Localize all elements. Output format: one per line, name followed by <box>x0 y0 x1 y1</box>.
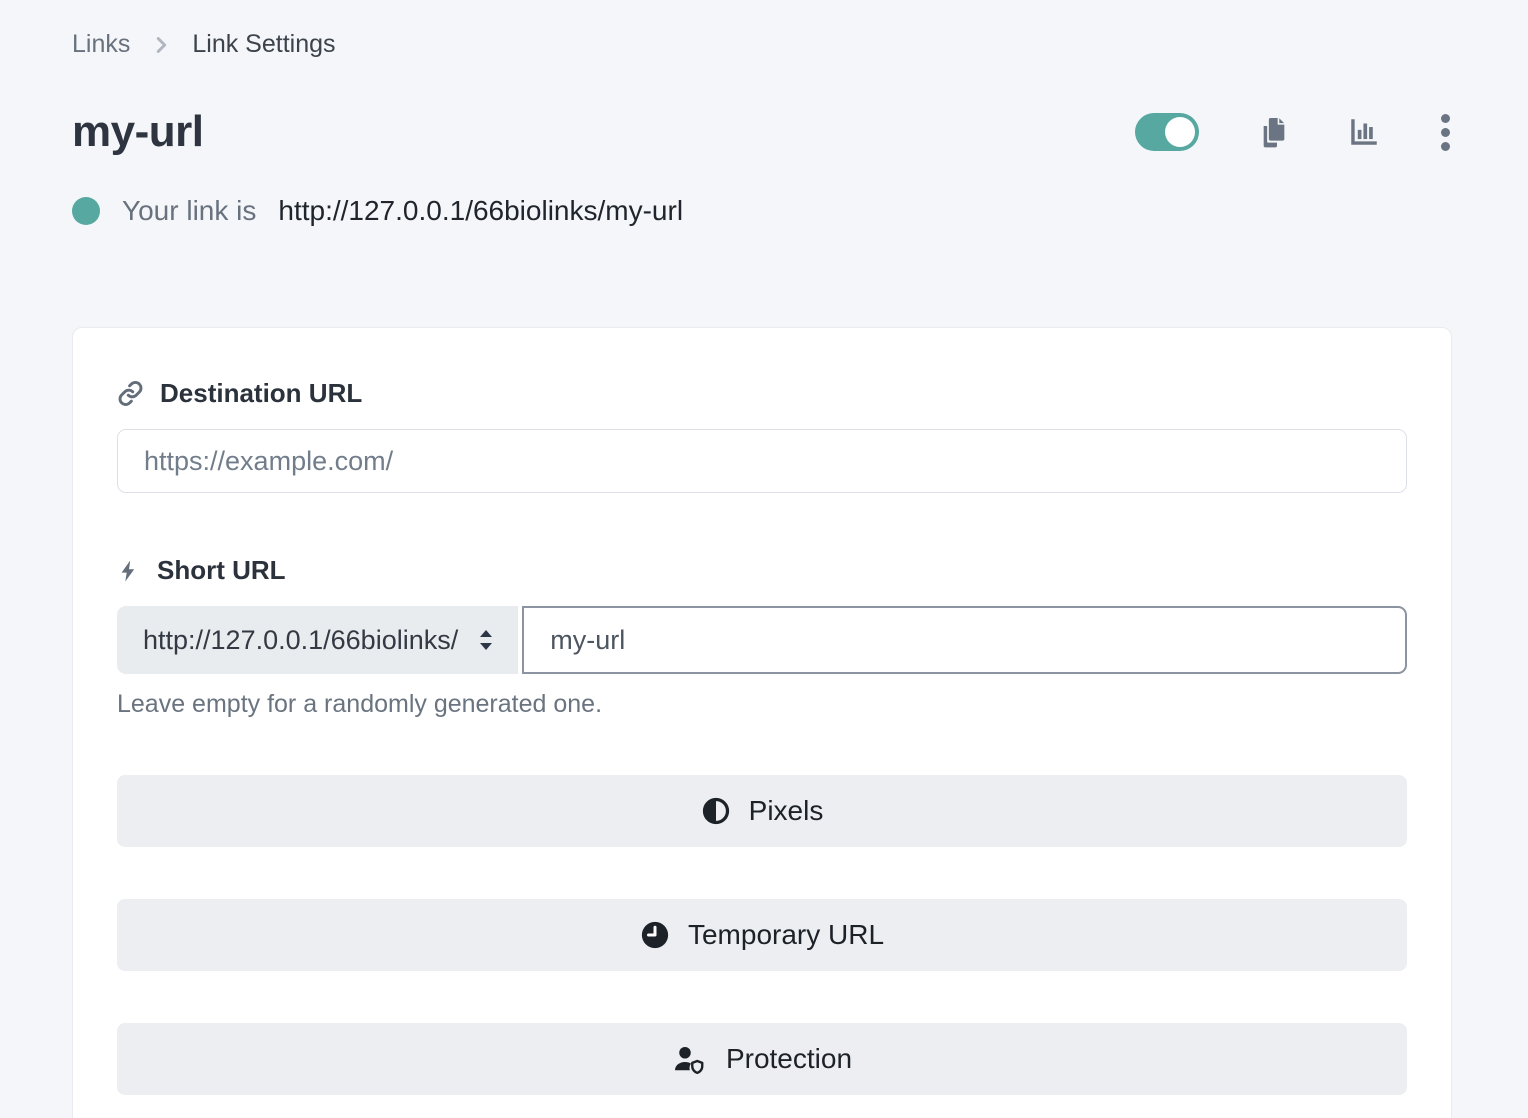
status-prefix: Your link is <box>122 195 256 227</box>
destination-url-input[interactable] <box>117 429 1407 493</box>
link-settings-card: Destination URL Short URL http://127.0.0… <box>72 327 1452 1118</box>
link-status-line: Your link is http://127.0.0.1/66biolinks… <box>72 195 1452 227</box>
kebab-menu-icon <box>1441 114 1450 151</box>
short-url-label: Short URL <box>157 555 286 586</box>
pixels-button[interactable]: Pixels <box>117 775 1407 847</box>
select-caret-icon <box>476 628 496 652</box>
status-dot-icon <box>72 197 100 225</box>
user-shield-icon <box>672 1044 708 1074</box>
lightning-bolt-icon <box>117 558 141 584</box>
short-url-label-row: Short URL <box>117 555 1407 586</box>
protection-button-label: Protection <box>726 1043 852 1075</box>
clock-icon <box>640 920 670 950</box>
breadcrumb-link-settings: Link Settings <box>192 30 335 59</box>
protection-button[interactable]: Protection <box>117 1023 1407 1095</box>
status-link-url: http://127.0.0.1/66biolinks/my-url <box>278 195 683 227</box>
destination-url-label-row: Destination URL <box>117 378 1407 409</box>
breadcrumb: Links Link Settings <box>72 30 1452 59</box>
page-title: my-url <box>72 107 203 157</box>
breadcrumb-links[interactable]: Links <box>72 30 130 59</box>
destination-url-section: Destination URL <box>117 378 1407 493</box>
short-url-input-group: http://127.0.0.1/66biolinks/ <box>117 606 1407 674</box>
toggle-knob <box>1165 117 1195 147</box>
statistics-button[interactable] <box>1347 115 1381 149</box>
link-status-toggle[interactable] <box>1135 113 1199 151</box>
page-header: my-url <box>72 107 1452 157</box>
short-url-help-text: Leave empty for a randomly generated one… <box>117 690 1407 719</box>
header-actions <box>1135 112 1452 153</box>
short-url-domain-select[interactable]: http://127.0.0.1/66biolinks/ <box>117 606 518 674</box>
link-icon <box>117 380 144 407</box>
chevron-right-icon <box>150 34 172 56</box>
short-url-section: Short URL http://127.0.0.1/66biolinks/ L… <box>117 555 1407 719</box>
short-url-input[interactable] <box>522 606 1407 674</box>
pixels-button-label: Pixels <box>749 795 824 827</box>
copy-link-button[interactable] <box>1257 116 1289 148</box>
pixels-adjust-icon <box>701 796 731 826</box>
temporary-url-button-label: Temporary URL <box>688 919 884 951</box>
bar-chart-icon <box>1347 115 1381 149</box>
destination-url-label: Destination URL <box>160 378 362 409</box>
more-options-button[interactable] <box>1439 112 1452 153</box>
short-url-domain-value: http://127.0.0.1/66biolinks/ <box>143 625 458 656</box>
collapsible-sections: Pixels Temporary URL Protection <box>117 775 1407 1095</box>
temporary-url-button[interactable]: Temporary URL <box>117 899 1407 971</box>
copy-icon <box>1257 116 1289 148</box>
